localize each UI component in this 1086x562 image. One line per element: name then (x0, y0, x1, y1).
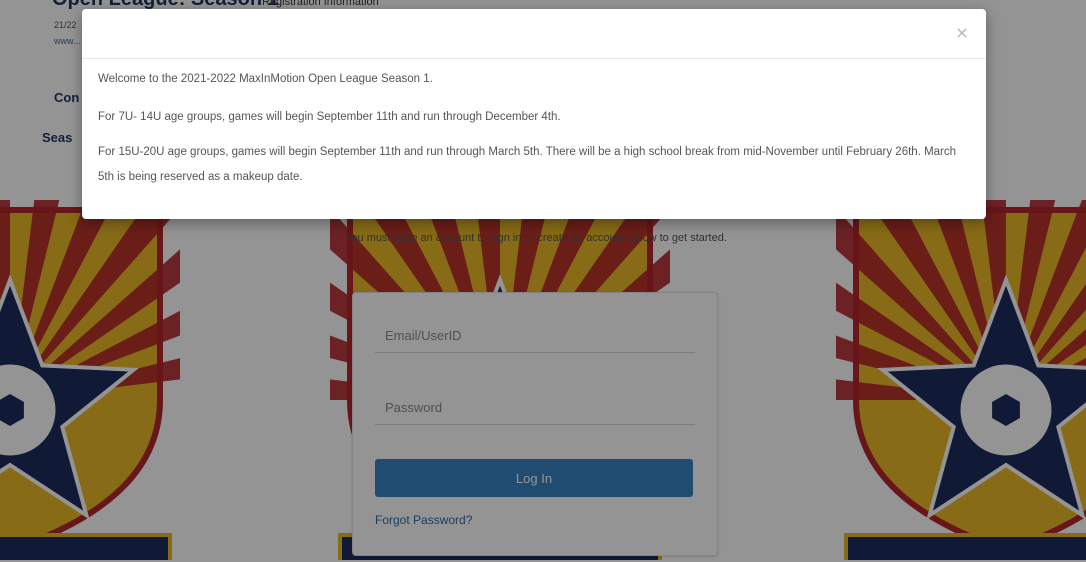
modal-body: Welcome to the 2021-2022 MaxInMotion Ope… (98, 67, 968, 203)
younger-schedule-paragraph: For 7U- 14U age groups, games will begin… (98, 111, 561, 123)
modal-header: × (82, 9, 986, 59)
welcome-paragraph: Welcome to the 2021-2022 MaxInMotion Ope… (98, 73, 433, 85)
stage: Open League: Season 1 Registration Infor… (0, 0, 1086, 562)
announcement-modal: × Welcome to the 2021-2022 MaxInMotion O… (82, 9, 986, 219)
older-schedule-paragraph: For 15U-20U age groups, games will begin… (98, 146, 957, 183)
close-icon[interactable]: × (952, 23, 972, 43)
